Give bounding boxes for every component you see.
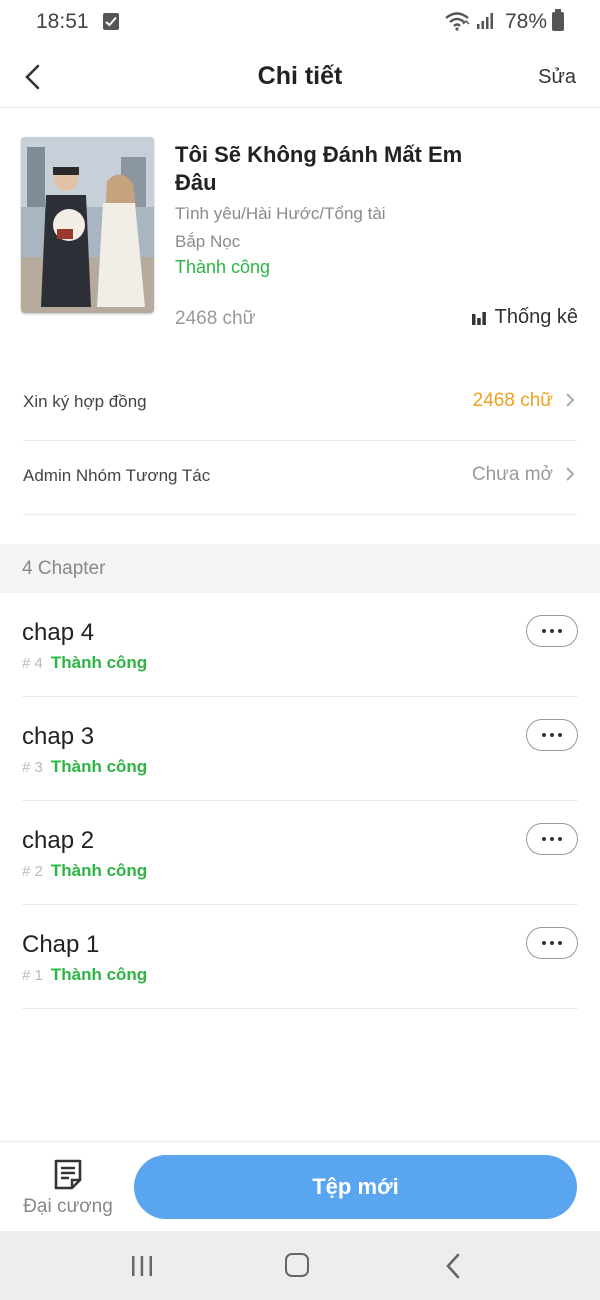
chapter-number: # 1 — [22, 967, 43, 984]
book-word-count: 2468 chữ — [175, 308, 256, 329]
chapter-status: Thành công — [50, 861, 148, 880]
document-notes-icon — [54, 1159, 82, 1190]
outline-button[interactable]: Đại cương — [18, 1156, 118, 1222]
chapter-status: Thành công — [50, 757, 148, 776]
book-cover-image[interactable] — [21, 137, 154, 313]
more-dots-icon — [542, 733, 546, 737]
more-dots-icon — [542, 629, 546, 633]
page-title: Chi tiết — [257, 62, 343, 90]
chapter-status: Thành công — [50, 653, 148, 672]
recent-apps-icon[interactable] — [130, 1255, 154, 1277]
more-dots-icon — [542, 941, 546, 945]
home-icon[interactable] — [285, 1253, 309, 1277]
outline-label: Đại cương — [23, 1196, 113, 1217]
stats-button[interactable]: Thống kê — [471, 306, 578, 329]
system-back-icon[interactable] — [444, 1253, 462, 1279]
book-author: Bắp Nọc — [175, 232, 241, 251]
new-file-button[interactable]: Tệp mới — [134, 1155, 577, 1219]
battery-percent: 78% — [505, 10, 548, 33]
chapter-number: # 2 — [22, 863, 43, 880]
contract-value: 2468 chữ — [472, 390, 553, 411]
more-dots-icon — [542, 837, 546, 841]
book-status: Thành công — [175, 257, 271, 277]
bottom-action-bar: Đại cương Tệp mới — [0, 1141, 600, 1231]
more-options-button[interactable] — [526, 615, 578, 647]
chapter-section-header: 4 Chapter — [0, 544, 600, 593]
book-title: Tôi Sẽ Không Đánh Mất Em Đâu — [175, 142, 463, 195]
chapter-status: Thành công — [50, 965, 148, 984]
signal-icon — [476, 12, 494, 35]
edit-button[interactable]: Sửa — [538, 66, 576, 89]
book-genres: Tình yêu/Hài Hước/Tổng tài — [175, 204, 386, 223]
chapter-number: # 3 — [22, 759, 43, 776]
chapter-title: Chap 1 — [22, 931, 100, 958]
contract-label: Xin ký hợp đồng — [23, 392, 147, 411]
chevron-right-icon — [566, 393, 575, 407]
admin-group-label: Admin Nhóm Tương Tác — [23, 466, 211, 485]
more-options-button[interactable] — [526, 719, 578, 751]
admin-group-row[interactable]: Admin Nhóm Tương Tác Chưa mở — [23, 441, 577, 515]
checkbox-notification-icon — [103, 13, 119, 30]
chapter-number: # 4 — [22, 655, 43, 672]
more-options-button[interactable] — [526, 927, 578, 959]
chapter-title: chap 3 — [22, 723, 95, 750]
chapter-item[interactable]: chap 3 # 3 Thành công — [22, 697, 578, 801]
chapter-item[interactable]: Chap 1 # 1 Thành công — [22, 905, 578, 1009]
wifi-icon — [444, 11, 470, 36]
admin-group-value: Chưa mở — [471, 464, 553, 485]
chapter-count-label: 4 Chapter — [22, 558, 106, 579]
battery-icon — [552, 9, 564, 31]
contract-row[interactable]: Xin ký hợp đồng 2468 chữ — [23, 367, 577, 441]
more-options-button[interactable] — [526, 823, 578, 855]
status-bar: 18:51 78% — [0, 0, 600, 46]
status-time: 18:51 — [36, 10, 89, 33]
chapter-item[interactable]: chap 4 # 4 Thành công — [22, 593, 578, 697]
chapter-title: chap 2 — [22, 827, 95, 854]
chapter-title: chap 4 — [22, 619, 95, 646]
chapter-item[interactable]: chap 2 # 2 Thành công — [22, 801, 578, 905]
header: Chi tiết Sửa — [0, 46, 600, 108]
stats-label: Thống kê — [494, 306, 578, 328]
bar-chart-icon — [471, 311, 486, 325]
chevron-right-icon — [566, 467, 575, 481]
system-nav-bar — [0, 1231, 600, 1300]
